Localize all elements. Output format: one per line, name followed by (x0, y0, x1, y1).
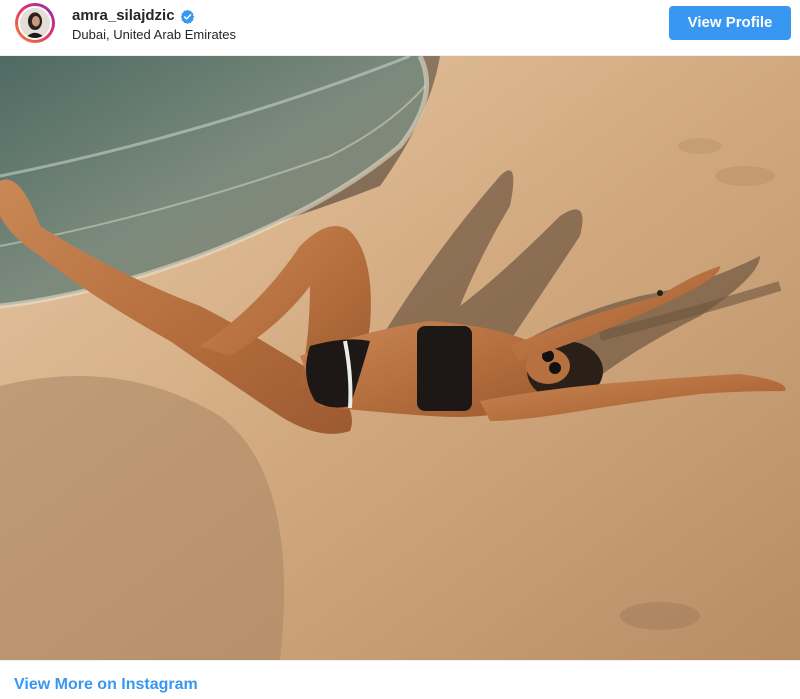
post-footer: View More on Instagram (0, 660, 800, 699)
verified-badge-icon (180, 9, 195, 24)
post-photo[interactable] (0, 56, 800, 660)
avatar[interactable] (18, 6, 52, 40)
avatar-story-ring[interactable] (15, 3, 55, 43)
location-link[interactable]: Dubai, United Arab Emirates (72, 26, 236, 44)
view-profile-button[interactable]: View Profile (669, 6, 791, 40)
view-more-on-instagram-link[interactable]: View More on Instagram (14, 675, 198, 695)
instagram-embed: amra_silajdzic Dubai, United Arab Emirat… (0, 0, 800, 699)
username-row: amra_silajdzic (72, 6, 195, 26)
beach-photo-image (0, 56, 800, 660)
avatar-image (20, 8, 50, 38)
post-header: amra_silajdzic Dubai, United Arab Emirat… (0, 0, 800, 56)
username-link[interactable]: amra_silajdzic (72, 6, 175, 26)
